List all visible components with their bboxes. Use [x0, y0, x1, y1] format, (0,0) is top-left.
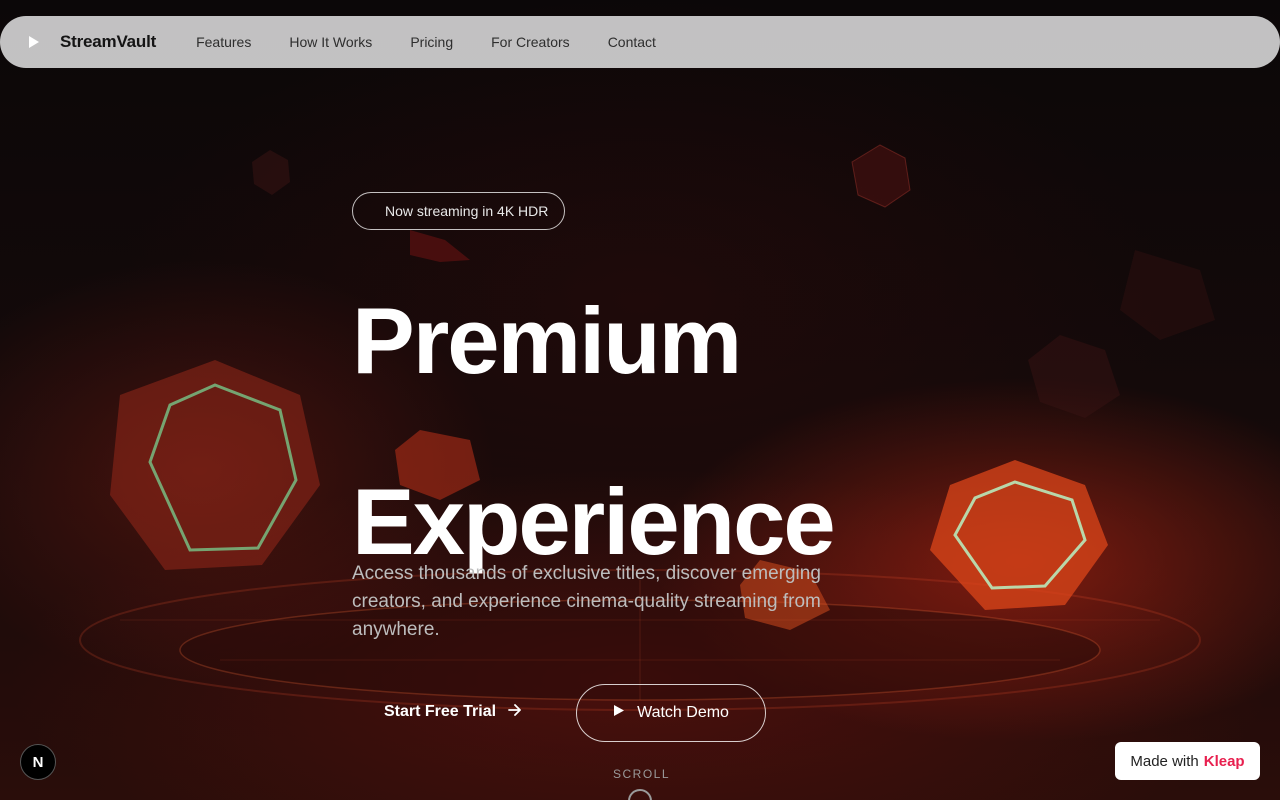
next-badge-icon[interactable]: N — [20, 744, 56, 780]
start-free-trial-button[interactable]: Start Free Trial — [384, 696, 522, 728]
watch-demo-button[interactable]: Watch Demo — [576, 684, 766, 742]
made-with-label: Made with — [1130, 752, 1199, 770]
scroll-label: SCROLL — [613, 767, 671, 781]
play-icon[interactable] — [24, 32, 44, 52]
streaming-badge: Now streaming in 4K HDR — [352, 192, 566, 230]
nav-link-contact[interactable]: Contact — [608, 34, 656, 50]
brand-name[interactable]: StreamVault — [60, 32, 156, 52]
badge-text: Now streaming in 4K HDR — [385, 203, 549, 219]
start-free-trial-label: Start Free Trial — [384, 703, 497, 720]
kleap-brand: Kleap — [1203, 752, 1245, 770]
play-icon — [613, 704, 625, 722]
hero-headline: Premium Experience — [352, 250, 836, 612]
top-navbar: StreamVault Features How It Works Pricin… — [0, 16, 1280, 68]
nav-link-pricing[interactable]: Pricing — [410, 34, 453, 50]
headline-line-1: Premium — [352, 288, 742, 393]
arrow-right-icon — [508, 703, 522, 721]
hero-subtext: Access thousands of exclusive titles, di… — [352, 563, 821, 640]
nav-link-features[interactable]: Features — [196, 34, 251, 50]
nav-link-how-it-works[interactable]: How It Works — [289, 34, 372, 50]
nav-link-for-creators[interactable]: For Creators — [491, 34, 570, 50]
made-with-kleap-badge[interactable]: Made with Kleap — [1115, 742, 1260, 780]
nav-links: Features How It Works Pricing For Creato… — [196, 34, 694, 50]
watch-demo-label: Watch Demo — [637, 704, 729, 721]
